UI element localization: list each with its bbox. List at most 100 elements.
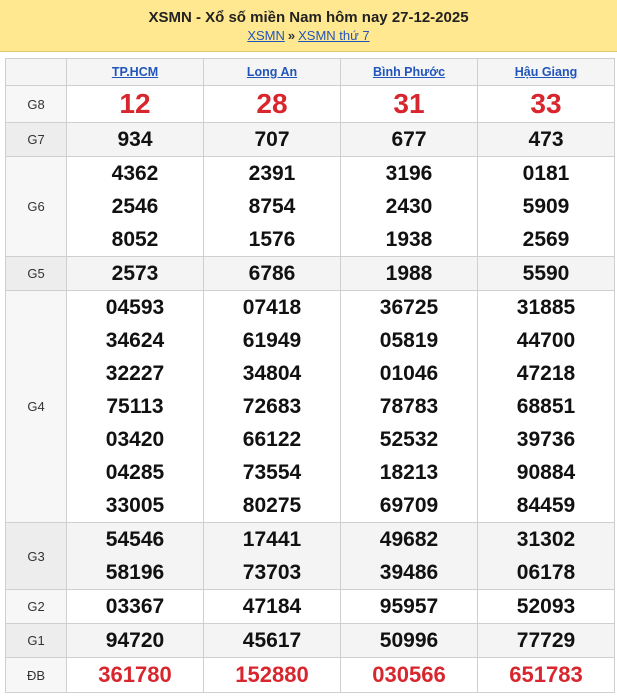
province-link-tphcm[interactable]: TP.HCM [112, 65, 158, 79]
breadcrumb-xsmn-link[interactable]: XSMN [247, 28, 285, 43]
result-cell: 45617 [203, 623, 341, 658]
prize-row: G1 94720 45617 50996 77729 [5, 623, 615, 658]
result-number: 707 [254, 128, 290, 151]
result-number: 45617 [242, 629, 302, 652]
prize-row: G2 03367 47184 95957 52093 [5, 589, 615, 624]
result-number: 84459 [516, 494, 576, 517]
prize-row: G7 934 707 677 473 [5, 122, 615, 157]
result-number: 1938 [385, 228, 433, 251]
result-number: 34624 [105, 329, 165, 352]
result-cell: 4362 2546 8052 [66, 156, 204, 257]
result-cell: 52093 [477, 589, 615, 624]
result-number: 04285 [105, 461, 165, 484]
prize-label: G3 [5, 522, 67, 590]
result-cell: 07418 61949 34804 72683 66122 73554 80275 [203, 290, 341, 523]
prize-row: G3 54546 58196 17441 73703 49682 39486 31302 061… [5, 522, 615, 590]
result-number: 01046 [379, 362, 439, 385]
prize-label: G7 [5, 122, 67, 157]
prize-row: G5 2573 6786 1988 5590 [5, 256, 615, 291]
result-number: 5590 [522, 262, 570, 285]
prize-row: ĐB 361780 152880 030566 651783 [5, 657, 615, 693]
province-header-row: TP.HCM Long An Bình Phước Hậu Giang [5, 58, 615, 86]
result-cell: 3196 2430 1938 [340, 156, 478, 257]
result-cell: 361780 [66, 657, 204, 693]
result-number: 33 [530, 88, 562, 119]
result-number: 473 [528, 128, 564, 151]
result-number: 2573 [111, 262, 159, 285]
result-number: 94720 [105, 629, 165, 652]
result-number: 28 [256, 88, 288, 119]
result-number: 12 [119, 88, 151, 119]
result-cell: 36725 05819 01046 78783 52532 18213 69709 [340, 290, 478, 523]
result-number: 61949 [242, 329, 302, 352]
prize-label: ĐB [5, 657, 67, 693]
page-header: XSMN - Xổ số miền Nam hôm nay 27-12-2025… [0, 0, 617, 52]
result-cell: 54546 58196 [66, 522, 204, 590]
prize-row: G6 4362 2546 8052 2391 8754 1576 3196 2430 1938 01… [5, 156, 615, 257]
prize-label: G2 [5, 589, 67, 624]
result-number: 68851 [516, 395, 576, 418]
province-header: TP.HCM [66, 58, 204, 86]
result-number: 152880 [235, 662, 309, 687]
result-number: 33005 [105, 494, 165, 517]
result-cell: 473 [477, 122, 615, 157]
province-link-binh-phuoc[interactable]: Bình Phước [373, 65, 445, 79]
result-number: 4362 [111, 162, 159, 185]
results-table: TP.HCM Long An Bình Phước Hậu Giang G8 12… [5, 58, 615, 693]
result-cell: 33 [477, 85, 615, 123]
result-number: 49682 [379, 528, 439, 551]
result-number: 80275 [242, 494, 302, 517]
prize-label: G4 [5, 290, 67, 523]
results-body: G8 12 28 31 33 G7 934 707 677 473 G6 4362 2546 8052 23… [5, 85, 615, 693]
result-number: 50996 [379, 629, 439, 652]
result-cell: 12 [66, 85, 204, 123]
province-link-long-an[interactable]: Long An [247, 65, 297, 79]
result-number: 17441 [242, 528, 302, 551]
result-number: 31885 [516, 296, 576, 319]
result-number: 31 [393, 88, 425, 119]
prize-label: G1 [5, 623, 67, 658]
result-number: 73554 [242, 461, 302, 484]
result-cell: 707 [203, 122, 341, 157]
result-number: 32227 [105, 362, 165, 385]
result-number: 1988 [385, 262, 433, 285]
result-cell: 95957 [340, 589, 478, 624]
result-number: 54546 [105, 528, 165, 551]
result-cell: 50996 [340, 623, 478, 658]
result-number: 73703 [242, 561, 302, 584]
result-number: 0181 [522, 162, 570, 185]
result-number: 06178 [516, 561, 576, 584]
result-number: 66122 [242, 428, 302, 451]
result-number: 52532 [379, 428, 439, 451]
result-number: 6786 [248, 262, 296, 285]
result-number: 651783 [509, 662, 583, 687]
result-number: 05819 [379, 329, 439, 352]
result-number: 2546 [111, 195, 159, 218]
result-number: 5909 [522, 195, 570, 218]
result-cell: 0181 5909 2569 [477, 156, 615, 257]
result-number: 030566 [372, 662, 446, 687]
result-number: 2569 [522, 228, 570, 251]
result-cell: 677 [340, 122, 478, 157]
result-number: 3196 [385, 162, 433, 185]
result-cell: 934 [66, 122, 204, 157]
result-number: 8052 [111, 228, 159, 251]
province-link-hau-giang[interactable]: Hậu Giang [515, 65, 578, 79]
result-cell: 2573 [66, 256, 204, 291]
breadcrumb-xsmn-thu7-link[interactable]: XSMN thứ 7 [298, 28, 370, 43]
prize-label: G8 [5, 85, 67, 123]
prize-label: G5 [5, 256, 67, 291]
result-cell: 28 [203, 85, 341, 123]
result-number: 677 [391, 128, 427, 151]
page-title: XSMN - Xổ số miền Nam hôm nay 27-12-2025 [148, 9, 469, 26]
result-number: 72683 [242, 395, 302, 418]
result-number: 2430 [385, 195, 433, 218]
result-cell: 1988 [340, 256, 478, 291]
result-number: 52093 [516, 595, 576, 618]
result-number: 39486 [379, 561, 439, 584]
result-cell: 49682 39486 [340, 522, 478, 590]
province-header: Long An [203, 58, 341, 86]
result-cell: 31302 06178 [477, 522, 615, 590]
result-number: 03367 [105, 595, 165, 618]
result-number: 2391 [248, 162, 296, 185]
